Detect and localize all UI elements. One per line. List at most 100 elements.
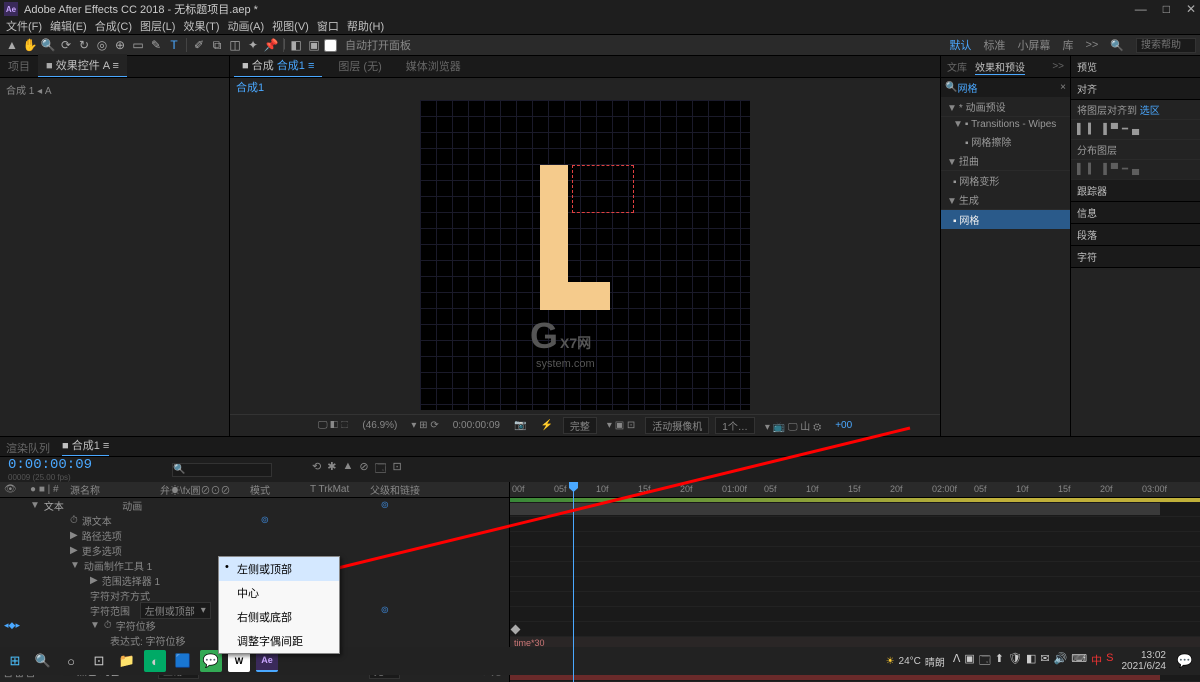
col-mode[interactable]: 模式 (246, 482, 306, 497)
magnify-icon[interactable]: 🖵 ◧ ⬚ (314, 420, 353, 431)
brush-tool-icon[interactable]: ✐ (191, 37, 207, 53)
menu-layer[interactable]: 图层(L) (138, 18, 177, 34)
timeline-row-text[interactable]: ▼文本动画 ⊚ (0, 498, 509, 513)
tab-render-queue[interactable]: 渲染队列 (6, 440, 50, 456)
tab-timeline-comp[interactable]: ■ 合成1 ≡ (62, 437, 109, 456)
timecode-display[interactable]: 0:00:00:09 (0, 457, 92, 473)
tab-layer[interactable]: 图层 (无) (330, 55, 389, 77)
camera-tool-icon[interactable]: ◎ (94, 37, 110, 53)
effects-search[interactable]: 🔍 网格× (941, 78, 1070, 97)
menu-item-left-top[interactable]: 左侧或顶部 (219, 557, 339, 581)
menu-composition[interactable]: 合成(C) (93, 18, 134, 34)
tab-project[interactable]: 项目 (0, 55, 38, 77)
snap-icon[interactable]: ◧ (288, 37, 304, 53)
clone-tool-icon[interactable]: ⧉ (209, 37, 225, 53)
layer-bar-text[interactable] (510, 503, 1160, 515)
tab-info[interactable]: 信息 (1077, 205, 1097, 220)
align-top-icon[interactable]: ▀ (1111, 124, 1118, 135)
search-icon[interactable]: 🔍 (32, 650, 54, 672)
comp-canvas[interactable]: GX7网 system.com (420, 100, 750, 410)
align-hcenter-icon[interactable]: ▍ (1088, 124, 1096, 135)
tab-preview[interactable]: 预览 (1077, 59, 1097, 74)
workspace-standard[interactable]: 标准 (983, 37, 1005, 53)
view-icons[interactable]: ▾ ▣ ⊡ (603, 420, 639, 431)
menu-window[interactable]: 窗口 (315, 18, 341, 34)
notifications-icon[interactable]: 💬 (1174, 650, 1196, 672)
zoom-tool-icon[interactable]: 🔍 (40, 37, 56, 53)
tree-wipe[interactable]: ▪ 网格擦除 (941, 132, 1070, 151)
row-source-text[interactable]: ⏱源文本⊚ (0, 513, 509, 528)
workspace-lib[interactable]: 库 (1062, 37, 1073, 53)
taskview-icon[interactable]: ⊡ (88, 650, 110, 672)
tree-grid[interactable]: ▪ 网格 (941, 210, 1070, 229)
tl-icon[interactable]: ⊡ (393, 460, 402, 479)
row-path-options[interactable]: ▶路径选项 (0, 528, 509, 543)
res-icon[interactable]: ▾ ⊞ ⟳ (407, 420, 442, 431)
align-vcenter-icon[interactable]: ━ (1122, 124, 1128, 135)
close-button[interactable]: ✕ (1186, 2, 1196, 16)
tab-effects-presets[interactable]: 效果和预设 (975, 59, 1025, 75)
cortana-icon[interactable]: ○ (60, 650, 82, 672)
puppet-tool-icon[interactable]: 📌 (263, 37, 279, 53)
auto-open-checkbox[interactable] (324, 39, 337, 52)
tab-character[interactable]: 字符 (1077, 249, 1097, 264)
tl-icon[interactable]: ⊘ (359, 460, 368, 479)
hand-tool-icon[interactable]: ✋ (22, 37, 38, 53)
start-button[interactable]: ⊞ (4, 650, 26, 672)
resolution-select[interactable]: 完整 (563, 417, 597, 434)
tab-composition[interactable]: ■ 合成 合成1 ≡ (234, 54, 322, 77)
camera-select[interactable]: 活动摄像机 (645, 417, 709, 434)
workspace-more[interactable]: >> (1085, 39, 1098, 51)
keyframe[interactable] (511, 625, 521, 635)
tl-icon[interactable]: ⟲ (312, 460, 321, 479)
tab-overflow[interactable]: >> (1052, 61, 1064, 72)
align-right-icon[interactable]: ▐ (1100, 124, 1107, 135)
menu-edit[interactable]: 编辑(E) (48, 18, 89, 34)
weather-widget[interactable]: ☀ 24°C 晴朗 (886, 654, 945, 669)
shape-tool-icon[interactable]: ▭ (130, 37, 146, 53)
snapshot-icon[interactable]: 📷 (510, 420, 530, 431)
menu-item-center[interactable]: 中心 (219, 581, 339, 605)
exposure-value[interactable]: +00 (831, 420, 856, 431)
composition-viewer[interactable]: GX7网 system.com (230, 96, 940, 414)
text-layer-L[interactable] (540, 165, 568, 310)
time-ruler[interactable]: 00f 05f 10f 15f 20f 01:00f 05f 10f 15f 2… (510, 482, 1200, 498)
menu-effect[interactable]: 效果(T) (181, 18, 221, 34)
workspace-small[interactable]: 小屏幕 (1017, 37, 1050, 53)
align-bottom-icon[interactable]: ▄ (1132, 124, 1139, 135)
zoom-value[interactable]: (46.9%) (358, 420, 401, 431)
tl-icon[interactable]: 🗔 (375, 460, 387, 479)
minimize-button[interactable]: — (1135, 2, 1147, 16)
tab-paragraph[interactable]: 段落 (1077, 227, 1097, 242)
menu-help[interactable]: 帮助(H) (345, 18, 386, 34)
menu-file[interactable]: 文件(F) (4, 18, 44, 34)
align-left-icon[interactable]: ▌ (1077, 124, 1084, 135)
tree-presets[interactable]: ▼* 动画预设 (941, 97, 1070, 117)
text-tool-icon[interactable]: T (166, 37, 182, 53)
timeline-search-input[interactable] (172, 463, 272, 477)
lightning-icon[interactable]: ⚡ (536, 420, 556, 431)
time-display[interactable]: 0:00:00:09 (449, 420, 504, 431)
menu-animation[interactable]: 动画(A) (226, 18, 267, 34)
system-tray[interactable]: ᐱ▣🗔⬆🛡◧✉🔊⌨中S (953, 652, 1114, 671)
roto-tool-icon[interactable]: ✦ (245, 37, 261, 53)
col-trkmat[interactable]: T TrkMat (306, 484, 366, 495)
tree-transitions[interactable]: ▼▪ Transitions - Wipes (941, 117, 1070, 132)
menu-item-kerning[interactable]: 调整字偶间距 (219, 629, 339, 653)
tree-gridwarp[interactable]: ▪ 网格变形 (941, 171, 1070, 190)
app-icon-2[interactable]: 🟦 (172, 650, 194, 672)
workspace-default[interactable]: 默认 (949, 37, 971, 53)
tab-align[interactable]: 对齐 (1077, 81, 1097, 96)
tl-icon[interactable]: ✱ (327, 460, 336, 479)
tree-distort[interactable]: ▼扭曲 (941, 151, 1070, 171)
pen-tool-icon[interactable]: ✎ (148, 37, 164, 53)
tab-library[interactable]: 文库 (947, 59, 967, 74)
tl-icon[interactable]: ▲ (342, 460, 353, 479)
composition-name[interactable]: 合成1 (230, 78, 940, 96)
explorer-icon[interactable]: 📁 (116, 650, 138, 672)
view-count[interactable]: 1个… (715, 417, 755, 434)
col-source[interactable]: 源名称 (66, 482, 156, 497)
menu-view[interactable]: 视图(V) (270, 18, 311, 34)
playhead[interactable] (573, 482, 574, 682)
anchor-tool-icon[interactable]: ⊕ (112, 37, 128, 53)
